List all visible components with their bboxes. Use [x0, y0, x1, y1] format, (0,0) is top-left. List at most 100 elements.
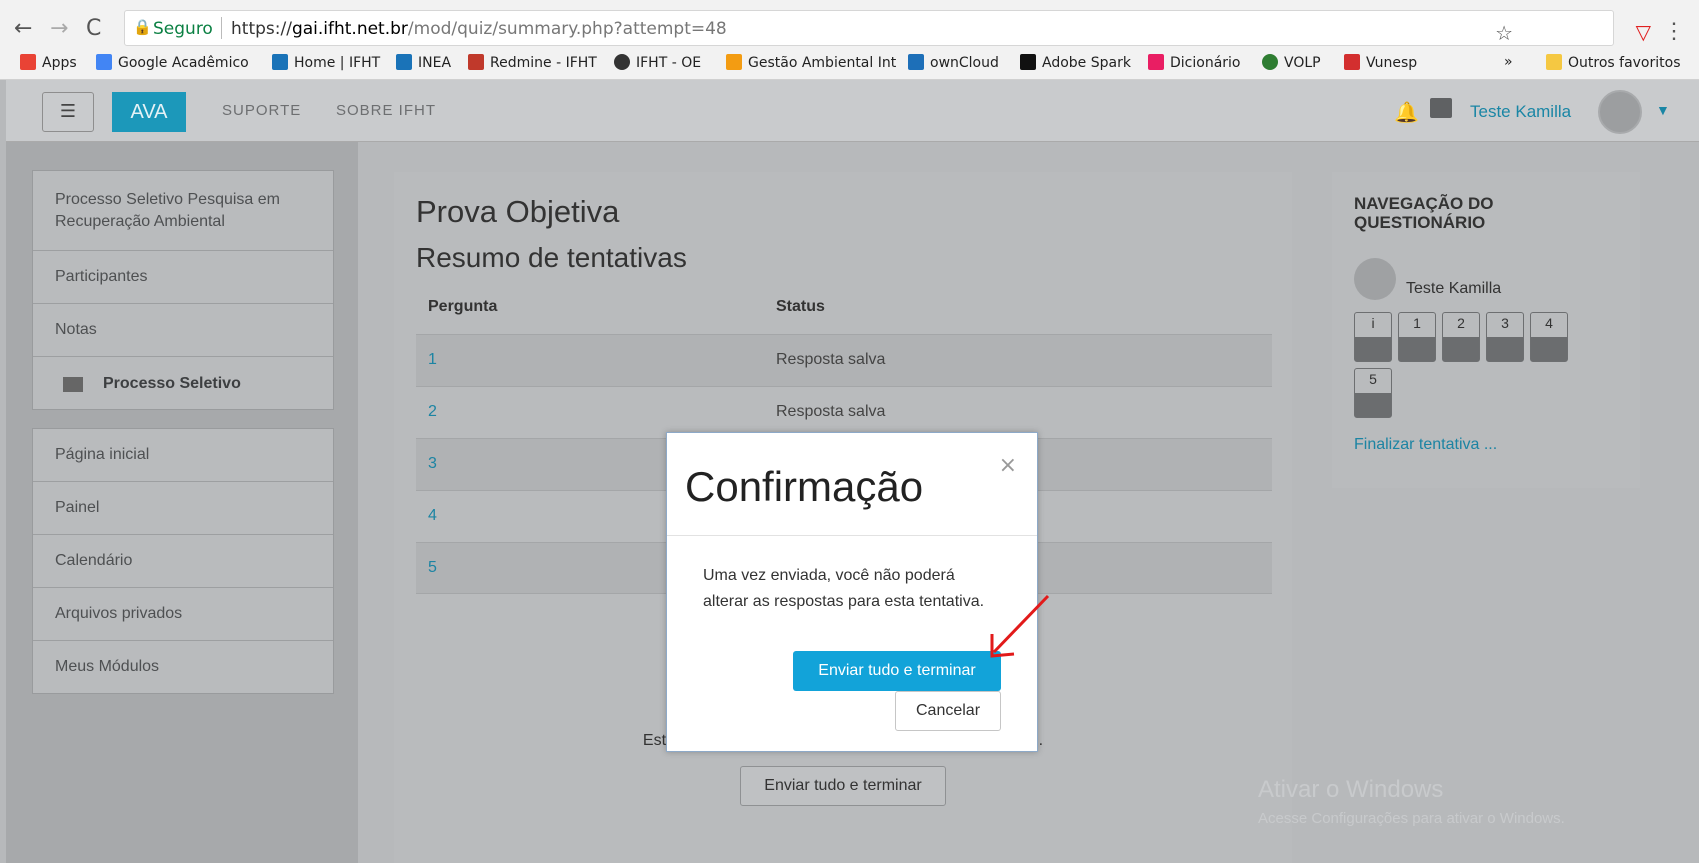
dialog-title: Confirmação: [685, 463, 924, 510]
dictionary-icon: [1148, 54, 1164, 70]
question-nav-button-3[interactable]: 3: [1486, 312, 1524, 362]
bookmark-owncloud[interactable]: ownCloud: [908, 54, 999, 71]
bookmark-label: Google Acadêmico: [118, 55, 249, 71]
nav-link-suporte[interactable]: SUPORTE: [222, 102, 301, 119]
bookmark-apps[interactable]: Apps: [20, 54, 77, 71]
address-bar[interactable]: 🔒 Seguro https://gai.ifht.net.br/mod/qui…: [124, 10, 1614, 46]
adobe-spark-icon: [1020, 54, 1036, 70]
hamburger-menu-icon[interactable]: ☰: [42, 92, 94, 132]
page-title: Prova Objetiva: [416, 194, 620, 229]
question-nav-button-2[interactable]: 2: [1442, 312, 1480, 362]
bookmark-adobe-spark[interactable]: Adobe Spark: [1020, 54, 1131, 71]
column-header-pergunta: Pergunta: [428, 298, 498, 315]
secure-label: Seguro: [153, 19, 213, 39]
url-host: gai.ifht.net.br: [291, 19, 408, 39]
nav-item-notas[interactable]: Notas: [33, 304, 333, 357]
moodle-hat-icon: [726, 54, 742, 70]
url-path: /mod/quiz/summary.php?attempt=48: [407, 19, 727, 39]
question-link[interactable]: 2: [428, 403, 437, 421]
question-number: 4: [1545, 315, 1553, 331]
bookmarks-overflow-button[interactable]: »: [1504, 54, 1513, 70]
windows-activation-hint: Acesse Configurações para ativar o Windo…: [1258, 810, 1565, 827]
bookmark-gestao-ambiental[interactable]: Gestão Ambiental Int: [726, 54, 896, 71]
owncloud-icon: [908, 54, 924, 70]
back-icon[interactable]: ←: [14, 16, 32, 41]
extension-shield-icon[interactable]: ▽: [1636, 20, 1651, 44]
close-icon[interactable]: ×: [999, 453, 1017, 478]
nav-link-sobre-ifht[interactable]: SOBRE IFHT: [336, 102, 436, 119]
notifications-bell-icon[interactable]: 🔔: [1394, 100, 1419, 125]
question-link[interactable]: 3: [428, 455, 437, 473]
question-nav-button-5[interactable]: 5: [1354, 368, 1392, 418]
submit-all-button[interactable]: Enviar tudo e terminar: [740, 766, 946, 806]
messages-icon[interactable]: [1430, 98, 1452, 118]
page-subtitle: Resumo de tentativas: [416, 242, 687, 273]
brand-logo[interactable]: AVA: [112, 92, 186, 132]
avatar: [1354, 258, 1396, 300]
block-title: NAVEGAÇÃO DO QUESTIONÁRIO: [1354, 194, 1494, 232]
url-scheme: https://: [231, 19, 292, 39]
site-navbar: ☰ AVA SUPORTE SOBRE IFHT 🔔 Teste Kamilla…: [6, 80, 1699, 142]
bookmark-star-icon[interactable]: ☆: [1495, 21, 1513, 45]
course-nav-panel: Processo Seletivo Pesquisa em Recuperaçã…: [32, 170, 334, 410]
question-link[interactable]: 5: [428, 559, 437, 577]
question-status: Resposta salva: [776, 403, 886, 420]
nav-item-calendario[interactable]: Calendário: [33, 535, 333, 588]
address-row: ← → C 🔒 Seguro https://gai.ifht.net.br/m…: [0, 8, 1699, 48]
question-link[interactable]: 1: [428, 351, 437, 369]
question-number: 2: [1457, 315, 1465, 331]
bookmark-volp[interactable]: VOLP: [1262, 54, 1321, 71]
reload-icon[interactable]: C: [86, 16, 101, 41]
question-nav-button-info[interactable]: i: [1354, 312, 1392, 362]
bookmark-label: ownCloud: [930, 55, 999, 71]
bookmark-ifht-oe[interactable]: IFHT - OE: [614, 54, 701, 71]
answered-indicator: [1443, 337, 1479, 361]
nav-item-participantes[interactable]: Participantes: [33, 251, 333, 304]
windows-activation-title: Ativar o Windows: [1258, 776, 1444, 803]
bookmark-home-ifht[interactable]: Home | IFHT: [272, 54, 380, 71]
bookmark-inea[interactable]: INEA: [396, 54, 451, 71]
bookmark-label: Dicionário: [1170, 55, 1241, 71]
nav-item-meus-modulos[interactable]: Meus Módulos: [33, 641, 333, 694]
bookmark-label: Apps: [42, 55, 77, 71]
question-number: 5: [1369, 371, 1377, 387]
question-link[interactable]: 4: [428, 507, 437, 525]
user-menu-name[interactable]: Teste Kamilla: [1470, 102, 1571, 122]
answered-indicator: [1355, 393, 1391, 417]
url-text: https://gai.ifht.net.br/mod/quiz/summary…: [231, 19, 727, 39]
nav-item-label: Processo Seletivo: [103, 375, 241, 392]
bookmark-label: Vunesp: [1366, 55, 1418, 71]
answered-indicator: [1355, 337, 1391, 361]
dialog-divider: [667, 535, 1037, 536]
column-header-status: Status: [776, 298, 825, 315]
bookmark-label: Home | IFHT: [294, 55, 381, 71]
question-nav-button-1[interactable]: 1: [1398, 312, 1436, 362]
bookmark-dicionario[interactable]: Dicionário: [1148, 54, 1241, 71]
quiz-navigation-block: NAVEGAÇÃO DO QUESTIONÁRIO Teste Kamilla …: [1332, 172, 1640, 488]
forward-icon[interactable]: →: [50, 16, 68, 41]
browser-menu-icon[interactable]: ⋮: [1663, 18, 1685, 44]
question-nav-button-4[interactable]: 4: [1530, 312, 1568, 362]
finish-attempt-link[interactable]: Finalizar tentativa ...: [1354, 436, 1497, 454]
bookmark-google-academico[interactable]: Google Acadêmico: [96, 54, 249, 71]
cancel-button[interactable]: Cancelar: [895, 691, 1001, 731]
bookmark-label: Gestão Ambiental Int: [748, 55, 897, 71]
nav-item-arquivos-privados[interactable]: Arquivos privados: [33, 588, 333, 641]
chevron-down-icon[interactable]: ▼: [1656, 102, 1670, 118]
redmine-icon: [468, 54, 484, 70]
apps-grid-icon: [20, 54, 36, 70]
nav-item-pagina-inicial[interactable]: Página inicial: [33, 429, 333, 482]
table-row: 2 Resposta salva: [416, 386, 1272, 438]
nav-item-course[interactable]: Processo Seletivo Pesquisa em Recuperaçã…: [33, 171, 333, 251]
nav-item-painel[interactable]: Painel: [33, 482, 333, 535]
answered-indicator: [1487, 337, 1523, 361]
bookmark-other-favorites[interactable]: Outros favoritos: [1546, 54, 1681, 71]
nav-item-processo-seletivo[interactable]: Processo Seletivo: [33, 357, 333, 411]
bookmark-redmine[interactable]: Redmine - IFHT: [468, 54, 597, 71]
avatar[interactable]: [1598, 90, 1642, 134]
submit-all-confirm-button[interactable]: Enviar tudo e terminar: [793, 651, 1001, 691]
annotation-arrow-icon: [990, 594, 1050, 658]
bookmark-label: INEA: [418, 55, 452, 71]
bookmark-vunesp[interactable]: Vunesp: [1344, 54, 1417, 71]
question-number: 1: [1413, 315, 1421, 331]
